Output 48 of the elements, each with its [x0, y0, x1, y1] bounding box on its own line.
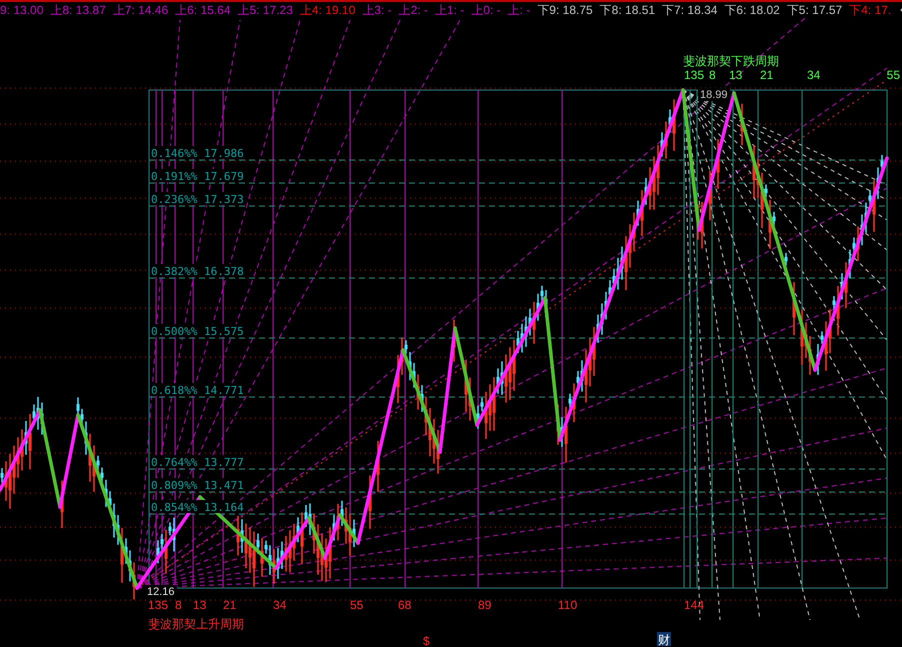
rise-cycle-day: 21: [223, 598, 236, 612]
high-price-label: 18.99: [700, 89, 728, 101]
fib-level-label: 0.191%% 17.679: [150, 169, 246, 183]
fall-cycle-day: 21: [760, 68, 774, 82]
level-quote: 下4: 17.: [849, 2, 892, 18]
level-quote: 下9: 18.75: [537, 2, 593, 18]
rise-cycle-day: 34: [273, 598, 286, 612]
fib-level-label: 0.146%% 17.986: [150, 146, 246, 160]
fall-cycle-day: 135: [684, 68, 704, 82]
level-quote: 上7: 14.46: [112, 2, 168, 18]
level-quote: 下6: 18.02: [724, 2, 780, 18]
rise-cycle-day: 110: [558, 598, 578, 612]
finance-marker[interactable]: 财: [657, 632, 671, 647]
rise-cycle-day: 68: [398, 598, 412, 612]
rise-cycle-day: 8: [175, 598, 182, 612]
fall-cycle-day: 55: [886, 68, 900, 82]
level-quote: 上1: -: [434, 2, 464, 18]
fib-level-label: 0.854%% 13.164: [150, 500, 246, 514]
rise-cycle-day: 144: [684, 598, 704, 612]
signal-marker[interactable]: $: [423, 634, 430, 647]
low-price-label: 12.16: [145, 585, 177, 598]
level-quote: 9: 13.00: [0, 3, 44, 17]
rise-cycle-title: 斐波那契上升周期: [148, 617, 244, 631]
level-quote: 上8: 13.87: [50, 2, 106, 18]
level-quote: 上6: 15.64: [175, 2, 230, 18]
level-quote: 上: -: [508, 2, 530, 18]
level-quote: 上5: 17.23: [238, 2, 293, 18]
fall-cycle-day: 13: [729, 68, 742, 82]
fib-level-label: 0.618%% 14.771: [150, 383, 246, 397]
rise-cycle-day: 55: [350, 598, 364, 612]
fall-cycle-day: 34: [807, 68, 820, 82]
level-quote: 上4: 19.10: [300, 2, 356, 18]
level-quote: 上0: -: [471, 2, 501, 18]
rise-cycle-day: 89: [478, 598, 492, 612]
level-quote: 上3: -: [362, 2, 392, 18]
rise-cycle-day: 135: [148, 598, 168, 612]
fall-cycle-day: 8: [709, 68, 716, 82]
fib-level-label: 0.809%% 13.471: [150, 478, 246, 492]
fib-level-label: 0.236%% 17.373: [150, 192, 246, 206]
level-quote: 下8: 18.51: [600, 2, 656, 18]
level-quote: 上2: -: [398, 2, 428, 18]
fib-level-label: 0.500%% 15.575: [150, 324, 246, 338]
fib-level-label: 0.764%% 13.777: [150, 455, 246, 469]
level-quote: 下5: 17.57: [786, 2, 842, 18]
level-quote: 下7: 18.34: [662, 2, 718, 18]
rise-cycle-day: 13: [193, 598, 206, 612]
fib-level-label: 0.382%% 16.378: [150, 264, 246, 278]
fall-cycle-title: 斐波那契下跌周期: [683, 54, 779, 68]
